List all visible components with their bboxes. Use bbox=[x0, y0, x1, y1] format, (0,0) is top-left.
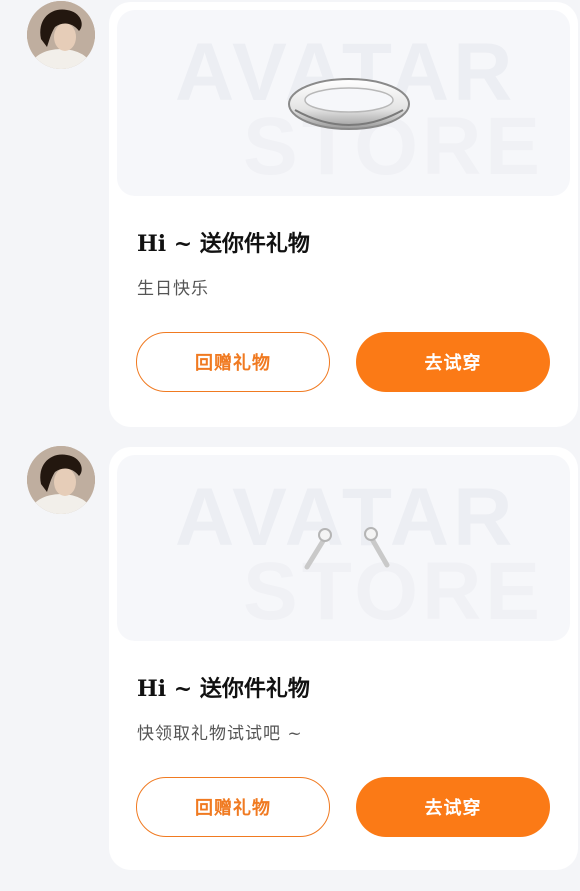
gift-note: 快领取礼物试试吧 ~ bbox=[137, 724, 303, 744]
halo-ring-icon bbox=[288, 78, 410, 130]
gift-title: Hi ~ 送你件礼物 bbox=[137, 676, 310, 702]
return-gift-button[interactable]: 回赠礼物 bbox=[136, 777, 330, 837]
avatar[interactable] bbox=[27, 1, 95, 69]
gift-note: 生日快乐 bbox=[137, 279, 209, 299]
gift-card: AVATAR STORE Hi ~ 送你件礼物 快领取礼物试试吧 ~ 回赠礼物 … bbox=[109, 447, 578, 870]
gift-title: Hi ~ 送你件礼物 bbox=[137, 231, 310, 257]
earrings-icon bbox=[304, 527, 390, 570]
try-on-button[interactable]: 去试穿 bbox=[356, 777, 550, 837]
try-on-button[interactable]: 去试穿 bbox=[356, 332, 550, 392]
return-gift-button[interactable]: 回赠礼物 bbox=[136, 332, 330, 392]
item-preview[interactable]: AVATAR STORE bbox=[117, 455, 570, 641]
gift-card: AVATAR STORE Hi ~ 送你件礼物 生日快乐 回赠礼物 去试穿 bbox=[109, 2, 578, 427]
item-preview[interactable]: AVATAR STORE bbox=[117, 10, 570, 196]
avatar[interactable] bbox=[27, 446, 95, 514]
